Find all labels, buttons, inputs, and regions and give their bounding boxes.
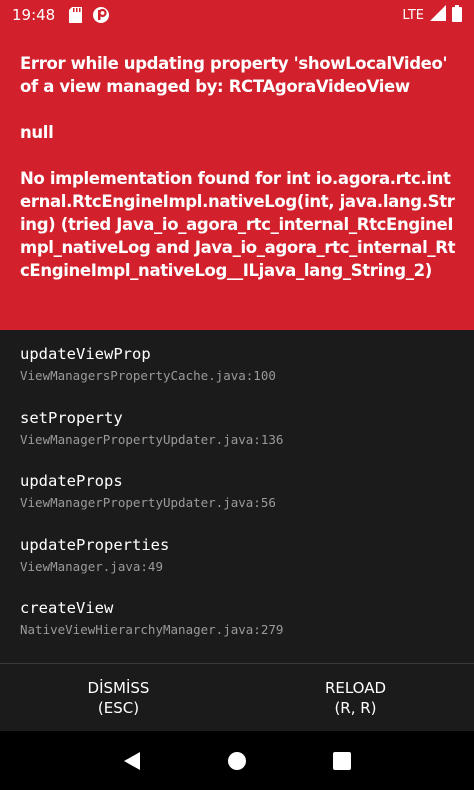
action-bar: DİSMİSS (ESC) RELOAD (R, R) — [0, 663, 474, 731]
stack-frame-file: NativeViewHierarchyManager.java:279 — [20, 622, 284, 637]
stack-frame-file: ViewManager.java:49 — [20, 558, 163, 574]
dismiss-shortcut: (ESC) — [97, 698, 140, 717]
battery-icon — [452, 4, 462, 26]
reload-label: RELOAD — [324, 678, 387, 697]
stack-frame[interactable]: updateViewProp ViewManagersPropertyCache… — [20, 344, 454, 408]
dismiss-label: DİSMİSS — [87, 678, 150, 697]
navigation-bar — [0, 731, 474, 790]
error-message: No implementation found for int io.agora… — [20, 169, 456, 280]
stack-frame[interactable]: createView NativeViewHierarchyManager.ja… — [20, 598, 454, 662]
error-detail: null — [20, 123, 54, 142]
dismiss-button[interactable]: DİSMİSS (ESC) — [0, 664, 237, 731]
home-icon[interactable] — [217, 741, 257, 781]
stack-frame[interactable]: setProperty ViewManagerPropertyUpdater.j… — [20, 408, 454, 472]
error-panel: Error while updating property 'showLocal… — [0, 30, 474, 330]
stack-frame-method: setProperty — [20, 408, 123, 427]
stack-frame-file: ViewManagerPropertyUpdater.java:136 — [20, 431, 284, 447]
status-time: 19:48 — [12, 6, 56, 24]
stack-frame-method: updateProps — [20, 472, 123, 490]
stack-frame[interactable]: updateProperties ViewManager.java:49 — [20, 535, 454, 599]
stack-frame-file: ViewManagersPropertyCache.java:100 — [20, 368, 276, 383]
stack-frame-method: updateViewProp — [20, 345, 151, 363]
stack-frame-method: updateProperties — [20, 535, 170, 554]
stack-frame-method: createView — [20, 599, 114, 617]
back-icon[interactable] — [112, 741, 152, 781]
sd-card-icon — [69, 7, 83, 23]
stack-trace: updateViewProp ViewManagersPropertyCache… — [0, 330, 474, 663]
reload-button[interactable]: RELOAD (R, R) — [237, 664, 474, 731]
stack-frame[interactable]: updateProps ViewManagerPropertyUpdater.j… — [20, 471, 454, 535]
app-notification-icon — [92, 6, 110, 24]
recents-icon[interactable] — [322, 741, 362, 781]
stack-frame-file: ViewManagerPropertyUpdater.java:56 — [20, 495, 276, 510]
status-bar: 19:48 LTE — [0, 0, 474, 30]
reload-shortcut: (R, R) — [334, 698, 377, 717]
lte-signal-icon — [430, 5, 446, 25]
network-type: LTE — [402, 7, 424, 23]
error-title: Error while updating property 'showLocal… — [20, 54, 448, 96]
